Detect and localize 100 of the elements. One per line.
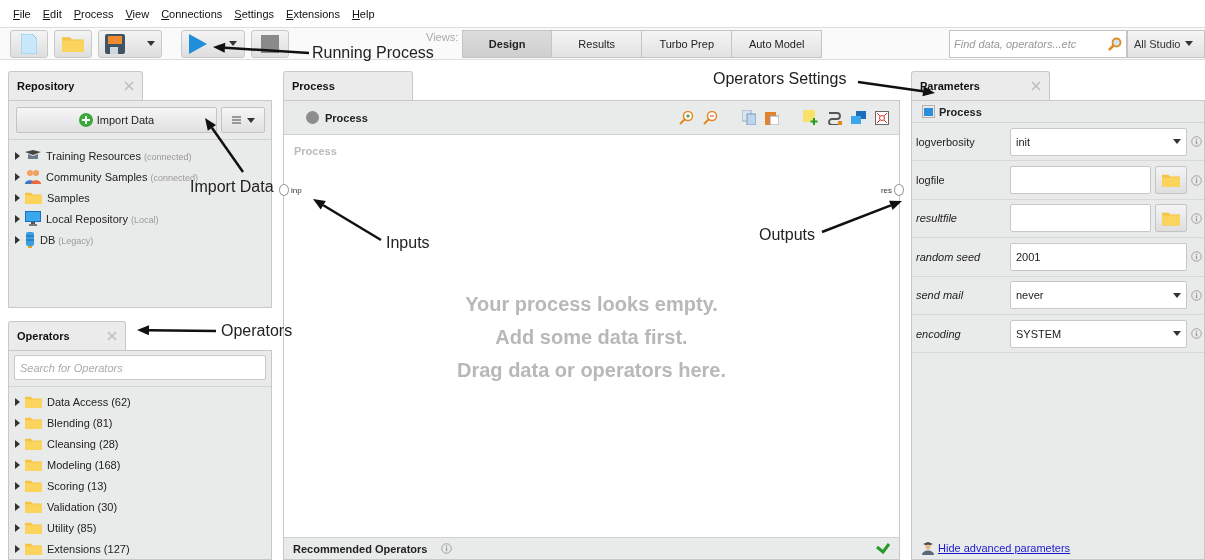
plus-icon [78, 113, 93, 127]
info-icon[interactable] [1191, 289, 1202, 301]
tree-item[interactable]: Cleansing (28) [15, 433, 119, 454]
run-button[interactable] [181, 29, 245, 58]
info-icon[interactable] [1191, 251, 1202, 263]
browse-button[interactable] [1155, 166, 1187, 195]
expand-arrow-icon[interactable] [15, 460, 20, 469]
info-icon[interactable] [1191, 174, 1202, 186]
menu-item[interactable]: Connections [161, 7, 223, 20]
search-icon [1108, 36, 1122, 51]
panel-tab[interactable]: Operators [8, 321, 126, 350]
folder-icon [1162, 172, 1180, 188]
browse-button[interactable] [1155, 204, 1187, 233]
expand-arrow-icon[interactable] [15, 502, 20, 511]
expand-arrow-icon[interactable] [15, 151, 20, 160]
tree-item[interactable]: DB (Legacy) [15, 229, 94, 250]
expand-arrow-icon[interactable] [15, 481, 20, 490]
tree-item[interactable]: Validation (30) [15, 496, 118, 517]
stop-button[interactable] [251, 29, 289, 58]
expand-arrow-icon[interactable] [15, 214, 20, 223]
zoom-out-icon[interactable] [703, 110, 718, 125]
view-tab[interactable]: Auto Model [732, 29, 823, 58]
save-button[interactable] [98, 29, 162, 58]
menu-item[interactable]: Help [351, 7, 375, 20]
expand-arrow-icon[interactable] [15, 235, 20, 244]
add-note-icon[interactable] [803, 110, 818, 125]
parameter-field[interactable]: 2001 [1010, 242, 1187, 271]
tree-item[interactable]: Samples [15, 187, 90, 208]
expand-arrow-icon[interactable] [15, 544, 20, 553]
search-field[interactable]: Search for Operators [14, 355, 266, 380]
empty-canvas-message: Add some data first. [495, 326, 688, 349]
folder-icon [62, 34, 84, 53]
parameter-field[interactable] [1010, 166, 1151, 195]
expand-arrow-icon[interactable] [15, 172, 20, 181]
hide-advanced-link[interactable]: Hide advanced parameters [938, 542, 1071, 554]
expand-arrow-icon[interactable] [15, 439, 20, 448]
tree-item[interactable]: Utility (85) [15, 517, 97, 538]
parameter-field[interactable] [1010, 204, 1151, 233]
tree-item[interactable]: Local Repository (Local) [15, 208, 159, 229]
dropdown-arrow-icon [1185, 41, 1194, 46]
menu-button[interactable] [221, 107, 265, 133]
item-label: DB (Legacy) [40, 233, 94, 246]
item-label: Extensions (127) [47, 542, 130, 555]
paste-icon[interactable] [765, 110, 779, 125]
menu-item[interactable]: View [125, 7, 150, 20]
panel-tab[interactable]: Parameters [911, 71, 1050, 100]
check-icon[interactable] [876, 543, 890, 554]
dropdown-arrow-icon [1173, 331, 1181, 337]
expand-arrow-icon[interactable] [15, 397, 20, 406]
tree-item[interactable]: Blending (81) [15, 412, 113, 433]
breadcrumb[interactable]: Process [325, 111, 368, 124]
close-icon[interactable] [124, 81, 134, 91]
info-icon[interactable] [1191, 212, 1202, 224]
search-field[interactable]: Find data, operators...etc [949, 29, 1127, 58]
tree-item[interactable]: Extensions (127) [15, 538, 130, 559]
plug-icon[interactable] [827, 110, 842, 125]
output-port[interactable] [894, 184, 904, 196]
scope-dropdown[interactable]: All Studio [1127, 29, 1205, 58]
menu-item[interactable]: Process [73, 7, 114, 20]
expand-arrow-icon[interactable] [15, 418, 20, 427]
info-icon[interactable] [1191, 328, 1202, 340]
open-button[interactable] [54, 29, 92, 58]
menu-item[interactable]: File [13, 7, 31, 20]
panel-tab[interactable]: Process [283, 71, 413, 100]
info-icon[interactable] [441, 543, 453, 554]
annotation-label: Outputs [759, 226, 816, 244]
menu-item[interactable]: Edit [42, 7, 62, 20]
parameter-dropdown[interactable]: never [1010, 281, 1187, 310]
folder-icon [25, 415, 42, 430]
annotation-arrow [205, 118, 245, 173]
copy-icon[interactable] [742, 110, 756, 125]
zoom-in-icon[interactable] [679, 110, 694, 125]
info-icon[interactable] [1191, 136, 1202, 148]
new-process-button[interactable] [10, 29, 48, 58]
graduation-cap-icon [25, 149, 41, 162]
tree-item[interactable]: Training Resources (connected) [15, 145, 192, 166]
annotation-label: Running Process [312, 44, 434, 62]
close-icon[interactable] [107, 331, 117, 341]
panel-tab[interactable]: Repository [8, 71, 143, 100]
monitor-icon [25, 211, 41, 226]
expand-arrow-icon[interactable] [15, 193, 20, 202]
tree-item[interactable]: Data Access (62) [15, 391, 131, 412]
item-label: Local Repository (Local) [46, 212, 159, 225]
input-port[interactable] [279, 184, 289, 196]
view-tab[interactable]: Results [552, 29, 643, 58]
parameter-dropdown[interactable]: SYSTEM [1010, 319, 1187, 348]
tree-item[interactable]: Scoring (13) [15, 475, 107, 496]
view-tab[interactable]: Turbo Prep [642, 29, 733, 58]
fit-view-icon[interactable] [875, 110, 889, 125]
annotation-label: Operators Settings [713, 70, 847, 88]
close-icon[interactable] [1031, 81, 1041, 91]
layers-icon[interactable] [851, 111, 866, 124]
parameter-dropdown[interactable]: init [1010, 127, 1187, 156]
expand-arrow-icon[interactable] [15, 523, 20, 532]
item-label: Blending (81) [47, 416, 113, 429]
import-data-button[interactable]: Import Data [16, 107, 217, 133]
menu-item[interactable]: Extensions [286, 7, 340, 20]
view-tab[interactable]: Design [462, 29, 553, 58]
menu-item[interactable]: Settings [234, 7, 275, 20]
tree-item[interactable]: Modeling (168) [15, 454, 121, 475]
